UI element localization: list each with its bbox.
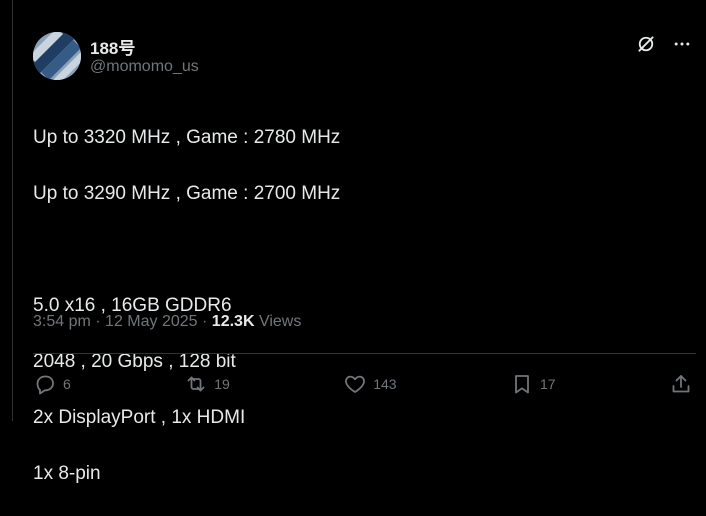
- post-text: Up to 3320 MHz , Game : 2780 MHz Up to 3…: [33, 96, 683, 516]
- post-line: 2x DisplayPort , 1x HDMI: [33, 407, 246, 428]
- meta-separator: ·: [95, 313, 101, 330]
- avatar[interactable]: [33, 32, 81, 80]
- grok-icon[interactable]: [636, 34, 656, 54]
- repost-icon: [187, 376, 205, 392]
- reply-button[interactable]: 6: [33, 372, 71, 396]
- bookmark-button[interactable]: 17: [510, 372, 556, 396]
- bookmark-icon: [515, 375, 529, 394]
- like-icon: [345, 375, 366, 393]
- post-line: Up to 3290 MHz , Game : 2700 MHz: [33, 183, 341, 204]
- post-time[interactable]: 3:54 pm: [33, 313, 91, 330]
- actions-divider: [33, 353, 696, 354]
- left-border: [12, 0, 13, 421]
- meta-separator: ·: [202, 313, 208, 330]
- author-handle[interactable]: @momomo_us: [90, 58, 199, 76]
- bookmark-count: 17: [540, 376, 556, 392]
- reply-icon: [36, 375, 54, 395]
- share-icon: [672, 375, 690, 393]
- post-date[interactable]: 12 May 2025: [105, 313, 198, 330]
- views-count: 12.3K: [211, 313, 255, 330]
- post-line: [33, 236, 683, 264]
- avatar-image: [33, 32, 81, 80]
- like-button[interactable]: 143: [343, 372, 397, 396]
- share-button[interactable]: [669, 372, 693, 396]
- author-name[interactable]: 188号: [90, 34, 135, 59]
- more-icon[interactable]: [672, 34, 692, 54]
- like-count: 143: [373, 376, 397, 392]
- repost-button[interactable]: 19: [184, 372, 230, 396]
- post-meta: 3:54 pm · 12 May 2025 · 12.3K Views: [33, 313, 301, 331]
- post-actions: 6 19 143 17: [33, 370, 693, 398]
- reply-count: 6: [63, 376, 71, 392]
- post-line: Up to 3320 MHz , Game : 2780 MHz: [33, 127, 341, 148]
- post-top-actions: [636, 34, 692, 54]
- views-label: Views: [258, 313, 302, 330]
- repost-count: 19: [214, 376, 230, 392]
- post-line: 1x 8-pin: [33, 463, 101, 484]
